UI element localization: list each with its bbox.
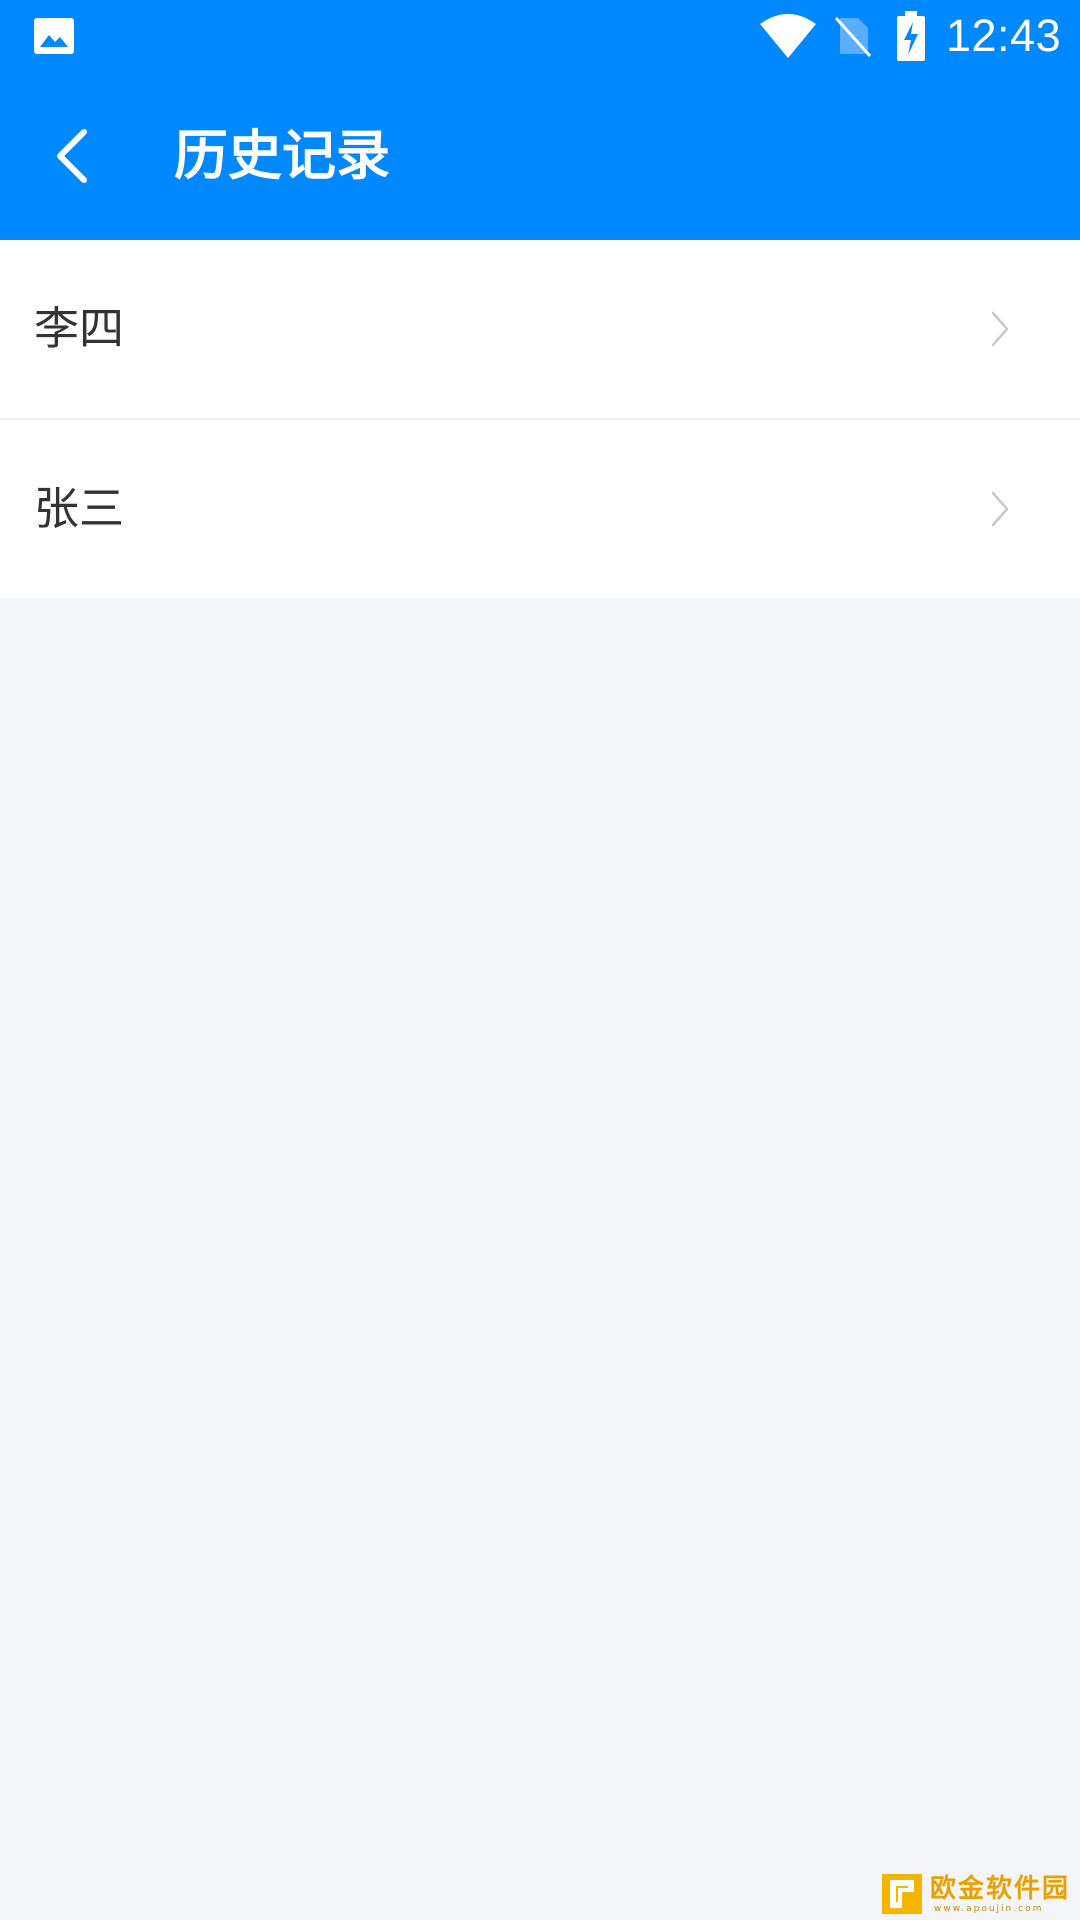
status-clock: 12:43 bbox=[946, 10, 1062, 61]
history-item-zhangsan[interactable]: 张三 bbox=[0, 418, 1080, 598]
history-item-lisi[interactable]: 李四 bbox=[0, 240, 1080, 418]
history-item-label: 张三 bbox=[34, 482, 125, 535]
app-bar: 历史记录 bbox=[0, 72, 1080, 240]
watermark: 欧金软件园 www.apoujin.com bbox=[880, 1872, 1076, 1916]
wifi-icon bbox=[760, 14, 816, 58]
watermark-url: www.apoujin.com bbox=[934, 1904, 1044, 1914]
no-sim-icon bbox=[834, 16, 872, 58]
chevron-left-icon bbox=[57, 129, 87, 183]
history-list: 李四 张三 bbox=[0, 240, 1080, 598]
battery-charging-icon bbox=[897, 11, 925, 61]
chevron-right-icon bbox=[991, 491, 1009, 527]
watermark-text: 欧金软件园 bbox=[930, 1874, 1071, 1904]
back-button[interactable] bbox=[34, 116, 114, 196]
watermark-logo bbox=[882, 1874, 922, 1914]
history-item-label: 李四 bbox=[34, 302, 125, 355]
page-title: 历史记录 bbox=[174, 124, 390, 187]
gallery-icon bbox=[34, 18, 74, 54]
status-bar: 12:43 bbox=[0, 0, 1080, 72]
chevron-right-icon bbox=[991, 311, 1009, 347]
